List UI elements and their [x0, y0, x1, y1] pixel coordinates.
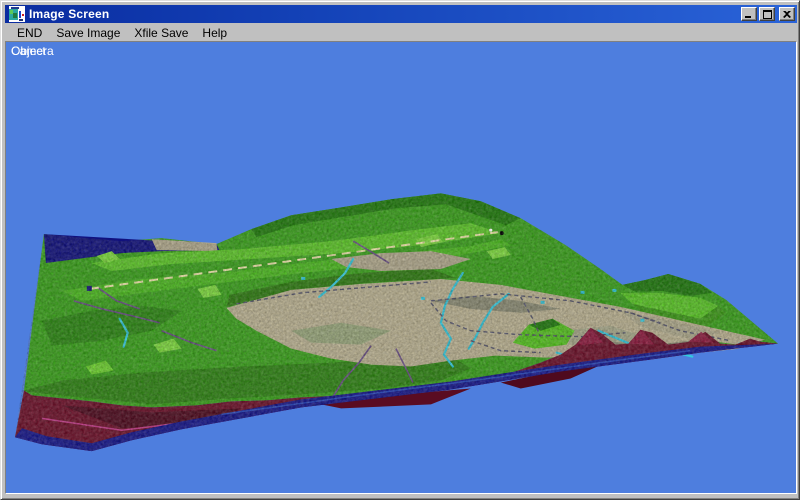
minimize-icon [745, 11, 753, 18]
menu-bar: END Save Image Xfile Save Help [5, 24, 797, 41]
minimize-button[interactable] [741, 7, 757, 21]
menu-item-xfile-save[interactable]: Xfile Save [132, 25, 190, 41]
title-bar[interactable]: Image Screen [5, 5, 797, 23]
window-title: Image Screen [29, 7, 109, 21]
menu-item-save-image[interactable]: Save Image [54, 25, 122, 41]
terrain-3d-render [6, 42, 796, 493]
app-icon [9, 6, 25, 22]
maximize-icon [763, 10, 772, 19]
app-window: Image Screen END Save Image Xfile Save H… [0, 0, 800, 500]
maximize-button[interactable] [759, 7, 775, 21]
overlay-label-camera: Camera [11, 44, 54, 58]
menu-item-help[interactable]: Help [200, 25, 229, 41]
close-button[interactable] [779, 7, 795, 21]
menu-item-end[interactable]: END [15, 25, 44, 41]
render-viewport[interactable]: Object Camera [5, 41, 797, 494]
close-icon [783, 11, 791, 18]
